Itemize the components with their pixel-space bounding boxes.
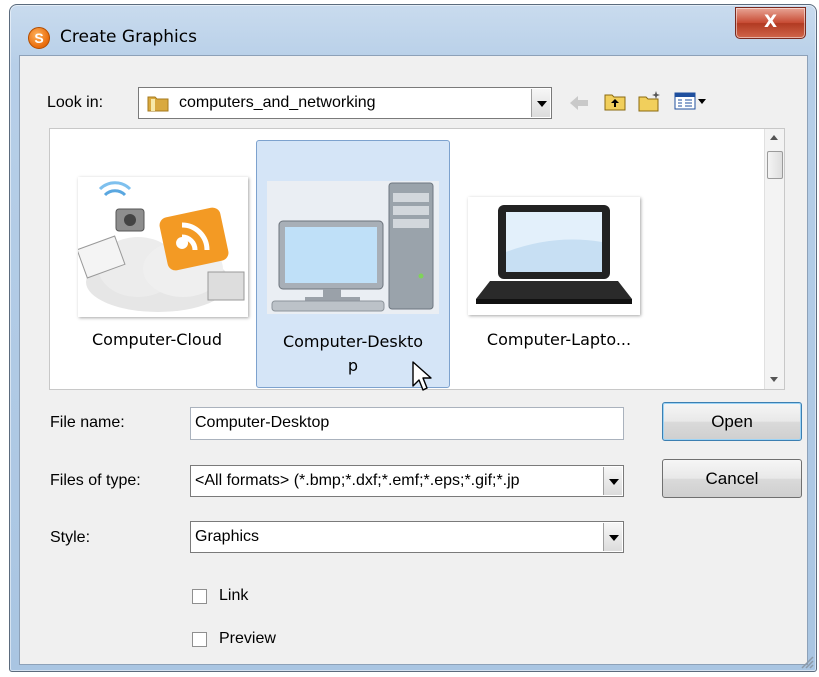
filename-field[interactable]: Computer-Desktop (190, 407, 624, 440)
file-list-panel[interactable]: Computer-Cloud Computer-Deskto p Compute… (49, 128, 785, 390)
file-item-computer-laptop[interactable]: Computer-Lapto... (454, 137, 664, 381)
up-folder-icon[interactable] (603, 90, 627, 112)
scroll-up-icon[interactable] (765, 129, 784, 147)
resize-grip-icon[interactable] (798, 653, 814, 669)
filetype-combo[interactable]: <All formats> (*.bmp;*.dxf;*.emf;*.eps;*… (190, 465, 624, 497)
chevron-down-icon[interactable] (603, 523, 622, 551)
desktop-computer-thumbnail (267, 181, 439, 314)
new-folder-icon[interactable] (638, 90, 662, 112)
laptop-computer-thumbnail (468, 197, 640, 315)
style-combo[interactable]: Graphics (190, 521, 624, 553)
lookin-combo[interactable]: computers_and_networking (138, 87, 552, 119)
mouse-cursor-icon (412, 361, 432, 391)
chevron-down-icon[interactable] (531, 89, 550, 117)
preview-checkbox[interactable] (192, 632, 207, 647)
view-menu-icon[interactable] (674, 90, 708, 112)
scroll-thumb[interactable] (767, 151, 783, 179)
file-item-computer-desktop[interactable]: Computer-Deskto p (256, 140, 450, 388)
filename-label: File name: (50, 414, 125, 431)
cloud-computer-thumbnail (78, 177, 248, 317)
chevron-down-icon[interactable] (603, 467, 622, 495)
filetype-value: <All formats> (*.bmp;*.dxf;*.emf;*.eps;*… (195, 472, 520, 489)
preview-label[interactable]: Preview (219, 630, 276, 648)
filetype-label: Files of type: (50, 472, 141, 489)
scroll-down-icon[interactable] (765, 371, 784, 389)
app-icon: S (28, 27, 50, 49)
link-checkbox[interactable] (192, 589, 207, 604)
file-caption: Computer-Lapto... (486, 330, 632, 349)
close-button[interactable]: X (735, 7, 806, 39)
folder-icon (147, 96, 169, 112)
create-graphics-dialog: S Create Graphics X Look in: computers_a… (9, 4, 817, 672)
window-title: Create Graphics (60, 27, 197, 47)
style-label: Style: (50, 529, 91, 546)
file-caption: Computer-Cloud (92, 330, 222, 349)
file-item-computer-cloud[interactable]: Computer-Cloud (62, 137, 252, 381)
close-icon: X (763, 12, 778, 32)
style-value: Graphics (195, 528, 260, 545)
file-caption: Computer-Deskto (282, 332, 424, 351)
vertical-scrollbar[interactable] (764, 129, 784, 389)
lookin-label: Look in: (47, 94, 104, 111)
open-button[interactable]: Open (662, 402, 802, 441)
back-arrow-icon[interactable] (567, 92, 591, 114)
link-label[interactable]: Link (219, 587, 248, 605)
cancel-button[interactable]: Cancel (662, 459, 802, 498)
lookin-value: computers_and_networking (179, 94, 376, 111)
